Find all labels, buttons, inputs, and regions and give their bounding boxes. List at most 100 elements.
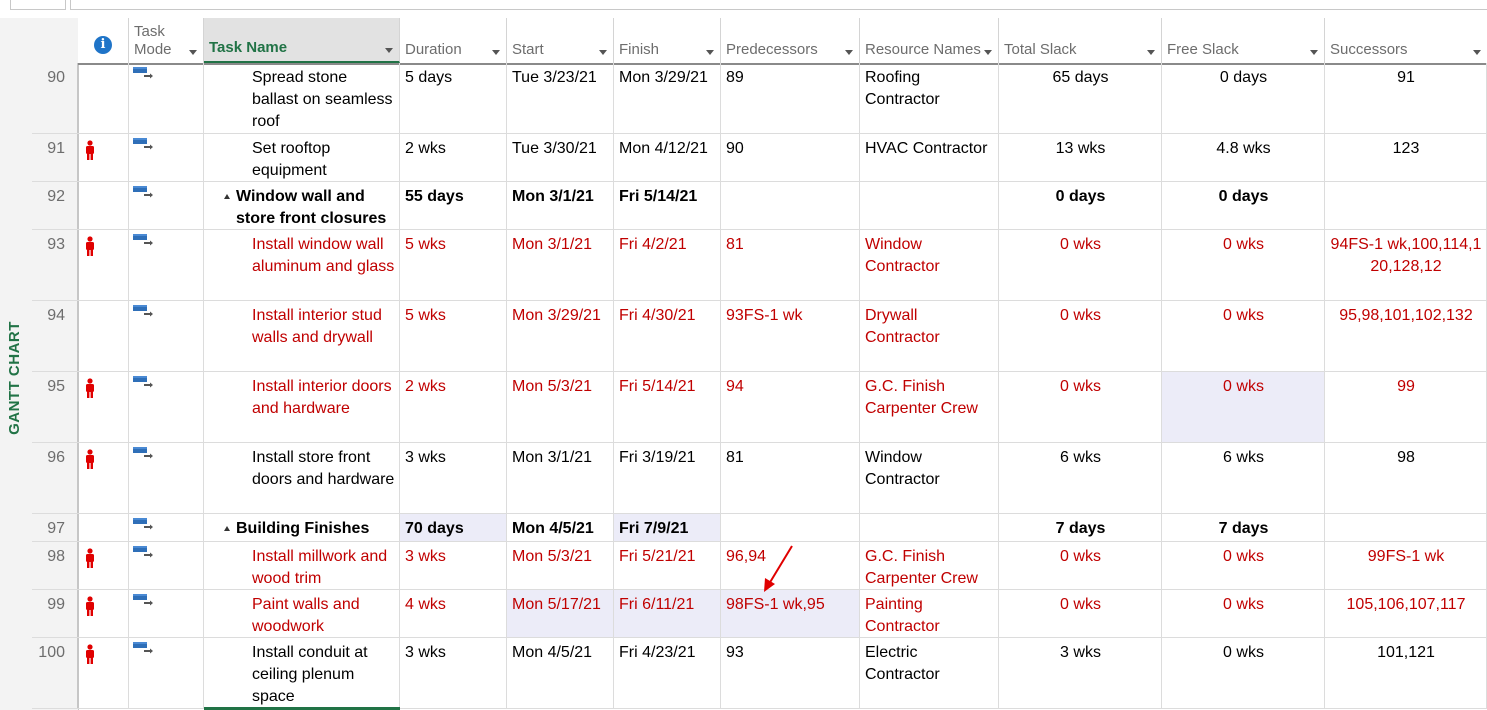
indicator-cell[interactable] [78, 514, 129, 541]
task-mode-cell[interactable] [129, 134, 204, 181]
task-mode-cell[interactable] [129, 542, 204, 589]
duration-cell[interactable]: 70 days [400, 514, 507, 541]
finish-cell[interactable]: Mon 3/29/21 [614, 63, 721, 133]
duration-cell[interactable]: 5 wks [400, 301, 507, 371]
free-cell[interactable]: 4.8 wks [1162, 134, 1325, 181]
succ-cell[interactable]: 101,121 [1325, 638, 1487, 708]
free-cell[interactable]: 0 wks [1162, 542, 1325, 589]
start-cell[interactable]: Mon 5/17/21 [507, 590, 614, 637]
task-mode-cell[interactable] [129, 638, 204, 708]
total-cell[interactable]: 6 wks [999, 443, 1162, 513]
chevron-down-icon[interactable] [385, 48, 393, 53]
duration-cell[interactable]: 2 wks [400, 372, 507, 442]
pred-cell[interactable]: 81 [721, 230, 860, 300]
free-cell[interactable]: 0 days [1162, 182, 1325, 229]
task-name-cell[interactable]: Install interior stud walls and drywall [204, 301, 400, 371]
view-bar[interactable]: GANTT CHART [0, 18, 32, 710]
total-cell[interactable]: 13 wks [999, 134, 1162, 181]
succ-cell[interactable]: 91 [1325, 63, 1487, 133]
duration-cell[interactable]: 55 days [400, 182, 507, 229]
pred-cell[interactable]: 81 [721, 443, 860, 513]
total-cell[interactable]: 0 wks [999, 230, 1162, 300]
start-cell[interactable]: Mon 5/3/21 [507, 542, 614, 589]
total-cell[interactable]: 3 wks [999, 638, 1162, 708]
succ-cell[interactable]: 95,98,101,102,132 [1325, 301, 1487, 371]
task-name-cell[interactable]: Install conduit at ceiling plenum space [204, 638, 400, 708]
start-cell[interactable]: Mon 4/5/21 [507, 638, 614, 708]
table-row[interactable]: 94 Install interior stud walls and drywal… [32, 301, 1487, 372]
row-number[interactable]: 93 [32, 230, 78, 300]
pred-cell[interactable]: 93FS-1 wk [721, 301, 860, 371]
chevron-down-icon[interactable] [706, 50, 714, 55]
res-cell[interactable]: Window Contractor [860, 443, 999, 513]
pred-cell[interactable]: 98FS-1 wk,95 [721, 590, 860, 637]
start-cell[interactable]: Mon 3/1/21 [507, 230, 614, 300]
succ-cell[interactable] [1325, 514, 1487, 541]
indicator-cell[interactable] [78, 443, 129, 513]
header-finish[interactable]: Finish [614, 18, 721, 63]
finish-cell[interactable]: Fri 5/21/21 [614, 542, 721, 589]
task-name-cell[interactable]: Window wall and store front closures [204, 182, 400, 229]
free-cell[interactable]: 0 wks [1162, 230, 1325, 300]
task-mode-cell[interactable] [129, 443, 204, 513]
pred-cell[interactable] [721, 514, 860, 541]
entry-field[interactable] [70, 0, 1487, 10]
indicator-cell[interactable] [78, 301, 129, 371]
indicator-cell[interactable] [78, 63, 129, 133]
res-cell[interactable]: HVAC Contractor [860, 134, 999, 181]
res-cell[interactable]: G.C. Finish Carpenter Crew [860, 372, 999, 442]
finish-cell[interactable]: Fri 4/30/21 [614, 301, 721, 371]
header-duration[interactable]: Duration [400, 18, 507, 63]
task-name-cell[interactable]: Paint walls and woodwork [204, 590, 400, 637]
chevron-down-icon[interactable] [599, 50, 607, 55]
chevron-down-icon[interactable] [189, 50, 197, 55]
indicator-cell[interactable] [78, 230, 129, 300]
pred-cell[interactable]: 96,94 [721, 542, 860, 589]
row-number[interactable]: 97 [32, 514, 78, 541]
succ-cell[interactable]: 99 [1325, 372, 1487, 442]
task-mode-cell[interactable] [129, 590, 204, 637]
task-name-cell[interactable]: Spread stone ballast on seamless roof [204, 63, 400, 133]
pred-cell[interactable]: 93 [721, 638, 860, 708]
res-cell[interactable]: Roofing Contractor [860, 63, 999, 133]
total-cell[interactable]: 65 days [999, 63, 1162, 133]
finish-cell[interactable]: Fri 7/9/21 [614, 514, 721, 541]
succ-cell[interactable]: 105,106,107,117 [1325, 590, 1487, 637]
start-cell[interactable]: Mon 4/5/21 [507, 514, 614, 541]
res-cell[interactable]: Window Contractor [860, 230, 999, 300]
header-successors[interactable]: Successors [1325, 18, 1487, 63]
pred-cell[interactable]: 90 [721, 134, 860, 181]
finish-cell[interactable]: Fri 4/2/21 [614, 230, 721, 300]
table-row[interactable]: 95 Install interior doors and hardware 2 w… [32, 372, 1487, 443]
table-row[interactable]: 97 Building Finishes 70 days Mon 4/5/21 Fri … [32, 514, 1487, 542]
total-cell[interactable]: 0 wks [999, 542, 1162, 589]
table-row[interactable]: 91 Set rooftop equipment 2 wks Tue 3/30/21 M… [32, 134, 1487, 182]
row-number[interactable]: 95 [32, 372, 78, 442]
start-cell[interactable]: Tue 3/23/21 [507, 63, 614, 133]
table-row[interactable]: 98 Install millwork and wood trim 3 wks Mon… [32, 542, 1487, 590]
start-cell[interactable]: Tue 3/30/21 [507, 134, 614, 181]
row-number[interactable]: 100 [32, 638, 78, 708]
indicator-cell[interactable] [78, 182, 129, 229]
header-resource-names[interactable]: Resource Names [860, 18, 999, 63]
row-number[interactable]: 98 [32, 542, 78, 589]
free-cell[interactable]: 0 wks [1162, 590, 1325, 637]
task-name-cell[interactable]: Set rooftop equipment [204, 134, 400, 181]
indicator-cell[interactable] [78, 638, 129, 708]
chevron-down-icon[interactable] [1473, 50, 1481, 55]
total-cell[interactable]: 0 wks [999, 372, 1162, 442]
free-cell[interactable]: 0 days [1162, 63, 1325, 133]
res-cell[interactable]: G.C. Finish Carpenter Crew [860, 542, 999, 589]
succ-cell[interactable] [1325, 182, 1487, 229]
indicator-cell[interactable] [78, 542, 129, 589]
row-number[interactable]: 94 [32, 301, 78, 371]
duration-cell[interactable]: 3 wks [400, 443, 507, 513]
pred-cell[interactable] [721, 182, 860, 229]
succ-cell[interactable]: 123 [1325, 134, 1487, 181]
res-cell[interactable] [860, 514, 999, 541]
header-task-mode[interactable]: Task Mode [129, 18, 204, 63]
succ-cell[interactable]: 98 [1325, 443, 1487, 513]
task-name-cell[interactable]: Install store front doors and hardware [204, 443, 400, 513]
task-name-cell[interactable]: Install window wall aluminum and glass [204, 230, 400, 300]
chevron-down-icon[interactable] [984, 50, 992, 55]
